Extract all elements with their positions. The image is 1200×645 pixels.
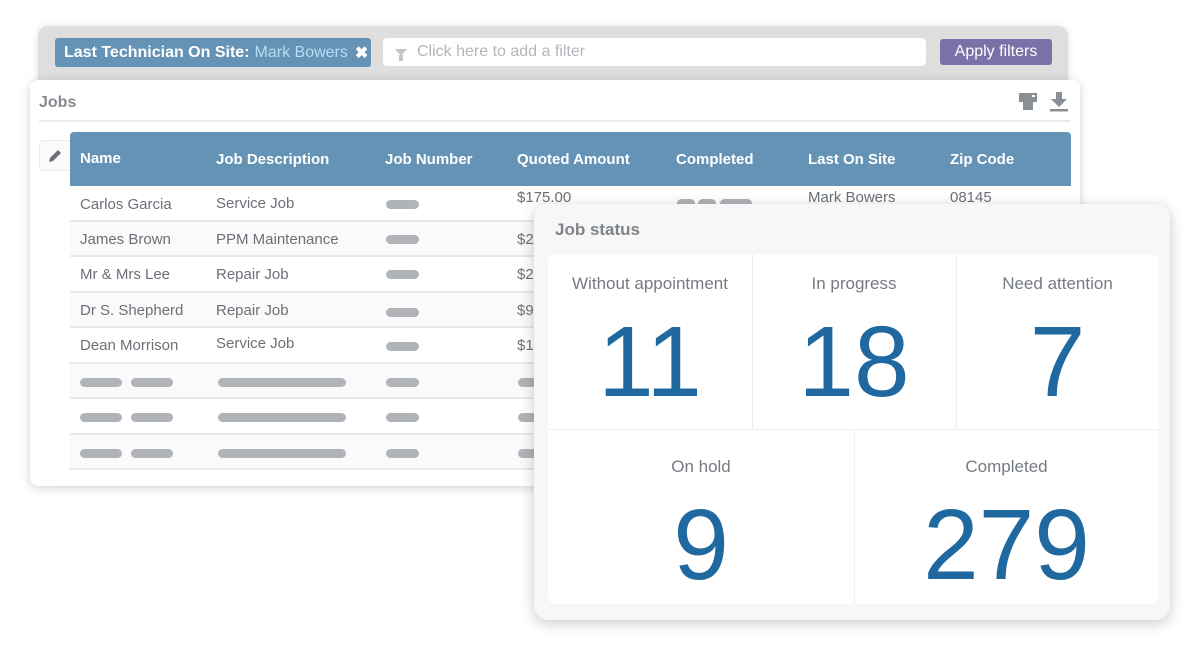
status-tile-without-appointment[interactable]: Without appointment 11 bbox=[548, 254, 752, 429]
job-status-title: Job status bbox=[555, 220, 641, 239]
column-header[interactable]: Completed bbox=[676, 151, 754, 168]
skeleton-bar bbox=[131, 377, 173, 387]
skeleton-bar bbox=[386, 377, 419, 387]
skeleton-bar bbox=[218, 377, 346, 387]
tile-label: Without appointment bbox=[572, 274, 728, 293]
tile-value: 279 bbox=[923, 489, 1090, 601]
status-tile-in-progress[interactable]: In progress 18 bbox=[752, 254, 956, 429]
filter-icon bbox=[395, 48, 407, 61]
filter-input[interactable]: Click here to add a filter bbox=[383, 38, 926, 66]
filter-input-placeholder: Click here to add a filter bbox=[417, 43, 586, 60]
jobs-title: Jobs bbox=[39, 94, 77, 111]
cell-quoted: $2 bbox=[517, 230, 534, 248]
tile-value: 11 bbox=[598, 306, 702, 418]
column-header[interactable]: Quoted Amount bbox=[517, 151, 630, 168]
status-tile-on-hold[interactable]: On hold 9 bbox=[548, 429, 854, 604]
filter-chip[interactable]: Last Technician On Site: Mark Bowers ✖ bbox=[55, 38, 371, 67]
skeleton-bar bbox=[80, 413, 122, 422]
edit-columns-button[interactable] bbox=[39, 140, 71, 171]
status-tile-completed[interactable]: Completed 279 bbox=[854, 429, 1159, 604]
skeleton-bar bbox=[218, 448, 346, 458]
tile-value: 9 bbox=[673, 489, 729, 601]
column-header[interactable]: Job Description bbox=[216, 151, 329, 168]
column-header[interactable]: Job Number bbox=[385, 151, 473, 168]
tile-label: Need attention bbox=[1002, 274, 1113, 293]
filter-bar: Last Technician On Site: Mark Bowers ✖ C… bbox=[38, 26, 1068, 88]
column-header[interactable]: Name bbox=[80, 150, 121, 167]
filter-chip-value: Mark Bowers bbox=[254, 43, 348, 61]
close-icon[interactable]: ✖ bbox=[355, 43, 368, 63]
divider bbox=[956, 254, 957, 429]
cell-name: James Brown bbox=[80, 230, 171, 248]
table-header: Name Job Description Job Number Quoted A… bbox=[70, 132, 1071, 186]
cell-description: Repair Job bbox=[216, 301, 289, 319]
tile-value: 18 bbox=[798, 306, 910, 418]
job-status-panel: Job status Without appointment 11 In pro… bbox=[534, 204, 1170, 620]
tile-label: Completed bbox=[965, 457, 1048, 476]
divider bbox=[39, 120, 1070, 122]
filter-chip-key: Last Technician On Site: bbox=[64, 43, 250, 61]
tile-label: On hold bbox=[671, 457, 731, 476]
skeleton-bar bbox=[131, 413, 173, 422]
redacted-job-number bbox=[386, 234, 419, 244]
cell-name: Dr S. Shepherd bbox=[80, 301, 184, 319]
redacted-job-number bbox=[386, 270, 419, 279]
cell-quoted: $9 bbox=[517, 301, 534, 319]
cell-description: Repair Job bbox=[216, 266, 289, 283]
cell-name: Dean Morrison bbox=[80, 337, 179, 354]
tile-value: 7 bbox=[1029, 306, 1086, 418]
status-tile-need-attention[interactable]: Need attention 7 bbox=[956, 254, 1159, 429]
print-icon[interactable] bbox=[1017, 90, 1039, 112]
skeleton-bar bbox=[218, 413, 346, 422]
cell-name: Carlos Garcia bbox=[80, 196, 172, 213]
download-icon[interactable] bbox=[1048, 90, 1070, 112]
redacted-job-number bbox=[386, 200, 419, 209]
redacted-job-number bbox=[386, 342, 419, 351]
skeleton-bar bbox=[80, 377, 122, 387]
cell-description: PPM Maintenance bbox=[216, 230, 339, 248]
tile-label: In progress bbox=[811, 274, 897, 293]
pencil-icon bbox=[49, 149, 61, 162]
redacted-job-number bbox=[386, 307, 419, 317]
skeleton-bar bbox=[386, 448, 419, 458]
cell-description: Service Job bbox=[216, 195, 295, 212]
skeleton-bar bbox=[80, 448, 122, 458]
cell-quoted: $1 bbox=[517, 337, 534, 354]
skeleton-bar bbox=[386, 413, 419, 422]
column-header[interactable]: Zip Code bbox=[950, 151, 1014, 168]
divider bbox=[752, 254, 753, 429]
cell-quoted: $2 bbox=[517, 266, 534, 283]
skeleton-bar bbox=[131, 448, 173, 458]
apply-filters-button[interactable]: Apply filters bbox=[940, 39, 1052, 65]
column-header[interactable]: Last On Site bbox=[808, 151, 896, 168]
job-status-grid: Without appointment 11 In progress 18 Ne… bbox=[548, 254, 1159, 604]
cell-name: Mr & Mrs Lee bbox=[80, 266, 171, 283]
divider bbox=[854, 429, 855, 604]
cell-description: Service Job bbox=[216, 335, 295, 352]
